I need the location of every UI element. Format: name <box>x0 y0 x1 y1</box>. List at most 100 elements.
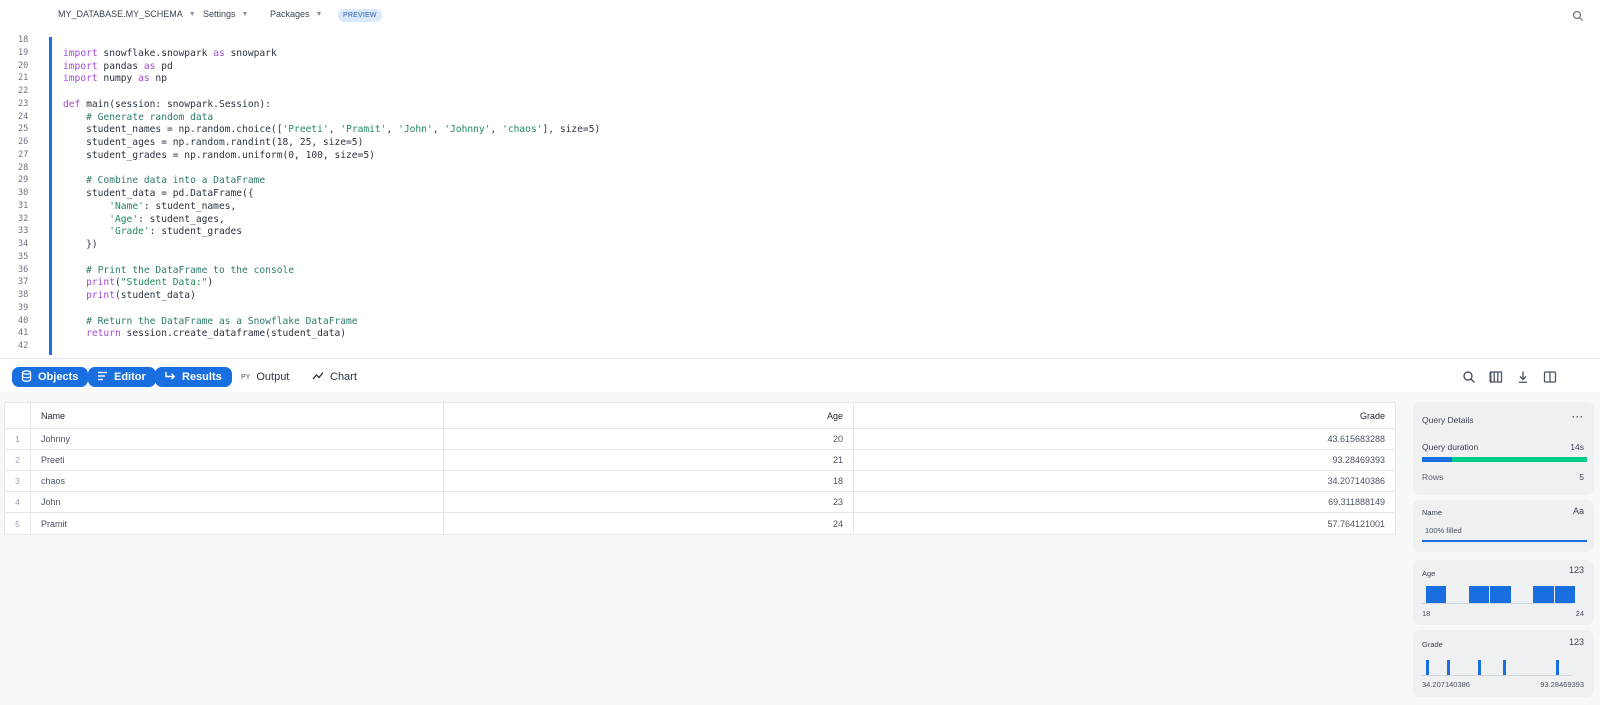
line-number: 36 <box>18 264 29 275</box>
code-text: student_ages = np.random.randint(18, 25,… <box>63 136 363 149</box>
code-string: 'Age' <box>109 213 139 225</box>
settings-label: Settings <box>203 9 236 19</box>
name-cell[interactable]: John <box>31 492 444 512</box>
results-toolbar: Objects Editor Results PY Output Chart <box>0 358 1600 392</box>
grade-cell[interactable]: 93.28469393 <box>854 450 1395 470</box>
column-header-grade[interactable]: Grade <box>854 403 1395 428</box>
numeric-type-icon: 123 <box>1568 637 1584 647</box>
table-row[interactable]: 2 Preeti 21 93.28469393 <box>5 450 1395 471</box>
row-index: 3 <box>5 471 31 491</box>
database-selector[interactable]: MY_DATABASE.MY_SCHEMA ▼ <box>58 9 196 19</box>
numeric-type-icon: 123 <box>1568 565 1584 575</box>
database-icon <box>21 369 32 385</box>
code-token: (student_data) <box>115 290 196 301</box>
code-token: , <box>432 124 445 136</box>
grade-min-label: 34.207140386 <box>1422 680 1470 689</box>
table-row[interactable]: 3 chaos 18 34.207140386 <box>5 471 1395 492</box>
column-header-age[interactable]: Age <box>444 403 854 428</box>
name-cell[interactable]: Pramit <box>31 513 444 534</box>
chevron-down-icon: ▼ <box>241 10 249 18</box>
line-number: 29 <box>18 175 29 186</box>
grade-cell[interactable]: 57.764121001 <box>854 513 1395 534</box>
download-icon[interactable] <box>1516 370 1530 384</box>
code-text: def main(session: snowpark.Session): <box>63 98 271 111</box>
code-keyword: as <box>213 47 225 59</box>
age-cell[interactable]: 23 <box>444 492 854 512</box>
table-header: Name Age Grade <box>5 403 1395 429</box>
table-row[interactable]: 4 John 23 69.311888149 <box>5 492 1395 513</box>
objects-button[interactable]: Objects <box>12 367 89 387</box>
settings-menu[interactable]: Settings ▼ <box>203 9 248 19</box>
age-axis <box>1422 603 1572 604</box>
grade-histogram-bar[interactable] <box>1503 660 1507 675</box>
age-cell[interactable]: 20 <box>444 429 854 449</box>
code-token: student_names = np.random.choice([ <box>63 124 283 136</box>
grade-histogram-bar[interactable] <box>1556 660 1559 675</box>
code-comment: # Combine data into a DataFrame <box>86 175 266 187</box>
grade-histogram-bar[interactable] <box>1446 660 1450 675</box>
age-histogram-bar[interactable] <box>1426 586 1447 603</box>
code-token: session.create_dataframe(student_data) <box>120 328 347 340</box>
age-histogram-bar[interactable] <box>1554 586 1575 603</box>
row-index: 4 <box>5 492 31 512</box>
code-token: , <box>386 124 399 136</box>
query-duration-bar-fill <box>1422 457 1452 462</box>
code-token: : student_names, <box>143 200 237 212</box>
editor-button[interactable]: Editor <box>88 367 156 387</box>
code-token: snowpark <box>224 47 277 59</box>
column-header-name[interactable]: Name <box>31 403 444 428</box>
table-row[interactable]: 1 Johnny 20 43.615683288 <box>5 429 1395 450</box>
code-comment: # Return the DataFrame as a Snowflake Da… <box>86 315 358 327</box>
code-string: "Student Data:" <box>120 277 208 289</box>
name-cell[interactable]: Preeti <box>31 450 444 470</box>
code-text: # Return the DataFrame as a Snowflake Da… <box>63 315 358 328</box>
split-panel-icon[interactable] <box>1543 370 1557 384</box>
code-text: # Generate random data <box>63 111 213 124</box>
code-token: snowflake.snowpark <box>97 47 214 59</box>
grade-cell[interactable]: 34.207140386 <box>854 471 1395 491</box>
search-icon[interactable] <box>1462 370 1476 384</box>
code-comment: # Generate random data <box>86 111 214 123</box>
line-number: 27 <box>18 149 29 160</box>
grade-cell[interactable]: 43.615683288 <box>854 429 1395 449</box>
search-icon[interactable] <box>1572 9 1586 23</box>
more-options-icon[interactable]: ··· <box>1572 412 1584 422</box>
rows-value: 5 <box>1579 472 1584 482</box>
packages-menu[interactable]: Packages ▼ <box>270 9 322 19</box>
results-button[interactable]: Results <box>155 367 232 387</box>
age-cell[interactable]: 24 <box>444 513 854 534</box>
age-cell[interactable]: 21 <box>444 450 854 470</box>
age-column-card[interactable]: Age 123 18 24 <box>1413 560 1594 625</box>
name-filled-bar-fill <box>1422 540 1587 542</box>
name-cell[interactable]: Johnny <box>31 429 444 449</box>
name-cell[interactable]: chaos <box>31 471 444 491</box>
code-token: ], size=5) <box>542 124 601 136</box>
grade-histogram-bar[interactable] <box>1426 660 1429 675</box>
index-header <box>5 403 31 428</box>
grade-histogram-bar[interactable] <box>1477 660 1481 675</box>
results-table: Name Age Grade 1 Johnny 20 43.615683288 … <box>4 402 1396 535</box>
line-number: 39 <box>18 302 29 313</box>
grade-cell[interactable]: 69.311888149 <box>854 492 1395 512</box>
chevron-down-icon: ▼ <box>315 10 323 18</box>
table-row[interactable]: 5 Pramit 24 57.764121001 <box>5 513 1395 534</box>
chevron-down-icon: ▼ <box>188 10 196 18</box>
code-token: np <box>149 73 167 85</box>
code-editor[interactable]: 18 19 import snowflake.snowpark as snowpar… <box>0 32 1600 358</box>
name-filled-text: 100% filled <box>1425 526 1462 535</box>
age-histogram-bar[interactable] <box>1490 586 1511 603</box>
output-tab[interactable]: PY Output <box>241 371 289 383</box>
age-cell[interactable]: 18 <box>444 471 854 491</box>
grade-column-card[interactable]: Grade 123 34.207140386 93.28469393 <box>1413 630 1594 697</box>
age-histogram-bar[interactable] <box>1468 586 1490 603</box>
grade-axis <box>1422 675 1572 676</box>
age-histogram-bar[interactable] <box>1533 586 1554 603</box>
age-min-label: 18 <box>1422 609 1431 618</box>
chart-tab[interactable]: Chart <box>312 371 357 383</box>
code-string: 'Grade' <box>109 226 150 238</box>
name-column-card[interactable]: Name Aa 100% filled <box>1413 500 1594 552</box>
columns-icon[interactable] <box>1489 370 1503 384</box>
